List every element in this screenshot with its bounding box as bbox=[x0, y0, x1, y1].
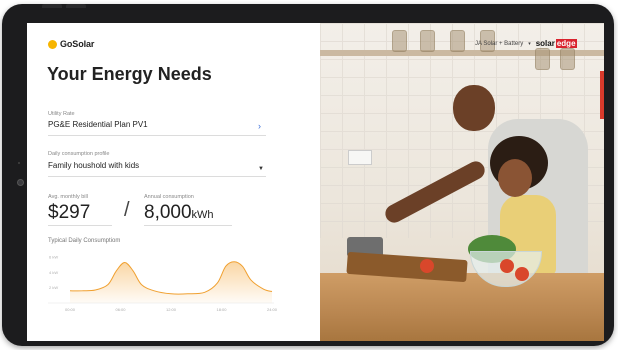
annual-consumption-label: Annual consumption bbox=[144, 194, 194, 200]
kitchen-counter bbox=[320, 273, 604, 341]
tomato bbox=[420, 259, 434, 273]
jar-image bbox=[535, 48, 550, 70]
jar-image bbox=[450, 30, 465, 52]
chart-title: Typical Daily Consumptiom bbox=[48, 238, 121, 244]
camera-icon bbox=[17, 179, 24, 186]
chevron-right-icon[interactable]: › bbox=[258, 121, 261, 131]
consumption-profile-select[interactable]: Family houshold with kids bbox=[48, 161, 139, 170]
logo-text: GoSolar bbox=[60, 39, 95, 49]
system-select[interactable]: JA Solar + Battery bbox=[475, 41, 523, 47]
y-tick-label: 6 kW bbox=[49, 255, 58, 260]
y-tick-label: 4 kW bbox=[49, 270, 58, 275]
x-tick-label: 00:00 bbox=[65, 307, 76, 312]
annual-consumption-underline bbox=[144, 225, 232, 226]
tomato bbox=[515, 267, 529, 281]
value-separator: / bbox=[124, 199, 130, 221]
utility-rate-value[interactable]: PG&E Residential Plan PV1 bbox=[48, 120, 148, 129]
app-screen: GoSolar Your Energy Needs Utility Rate P… bbox=[27, 23, 604, 341]
utility-rate-underline bbox=[48, 135, 266, 136]
sun-icon bbox=[48, 39, 57, 49]
monthly-bill-underline bbox=[48, 225, 112, 226]
x-tick-label: 06:00 bbox=[115, 307, 126, 312]
x-tick-label: 24:00 bbox=[267, 307, 278, 312]
brand-prefix: solar bbox=[535, 39, 555, 48]
annual-consumption-number: 8,000 bbox=[144, 202, 192, 223]
wall-outlet bbox=[348, 150, 372, 165]
gosolar-logo[interactable]: GoSolar bbox=[48, 39, 94, 49]
jar-image bbox=[392, 30, 407, 52]
utility-rate-label: Utility Rate bbox=[48, 111, 75, 117]
tablet-frame: GoSolar Your Energy Needs Utility Rate P… bbox=[2, 4, 614, 346]
photo-header: JA Solar + Battery ▾ solar edge bbox=[475, 39, 577, 48]
volume-button bbox=[66, 4, 86, 8]
jar-image bbox=[420, 30, 435, 52]
caret-down-icon[interactable]: ▾ bbox=[528, 41, 531, 47]
monthly-bill-value[interactable]: $297 bbox=[48, 202, 90, 224]
brand-suffix: edge bbox=[555, 39, 577, 48]
solaredge-logo: solar edge bbox=[536, 39, 577, 48]
jar-image bbox=[560, 48, 575, 70]
consumption-profile-label: Daily consumption profile bbox=[48, 151, 110, 157]
x-tick-label: 18:00 bbox=[216, 307, 227, 312]
daily-consumption-chart: 6 kW 4 kW 2 kW bbox=[48, 255, 274, 304]
tomato bbox=[500, 259, 514, 273]
man-head bbox=[453, 85, 495, 131]
family-kitchen-photo: JA Solar + Battery ▾ solar edge bbox=[320, 23, 604, 341]
annual-consumption-value[interactable]: 8,000kWh bbox=[144, 202, 214, 224]
page-title: Your Energy Needs bbox=[47, 64, 212, 84]
monthly-bill-label: Avg. monthly bill bbox=[48, 194, 88, 200]
annual-consumption-unit: kWh bbox=[191, 209, 214, 221]
caret-down-icon[interactable]: ▼ bbox=[258, 166, 264, 172]
consumption-area bbox=[70, 261, 272, 303]
volume-button bbox=[42, 4, 62, 8]
child-face bbox=[498, 159, 532, 197]
energy-form-panel: GoSolar Your Energy Needs Utility Rate P… bbox=[27, 23, 320, 341]
y-tick-label: 2 kW bbox=[49, 285, 58, 290]
sensor-dot bbox=[18, 162, 20, 164]
x-tick-label: 12:00 bbox=[166, 307, 177, 312]
consumption-profile-underline bbox=[48, 176, 266, 177]
red-cabinet-edge bbox=[600, 71, 604, 119]
